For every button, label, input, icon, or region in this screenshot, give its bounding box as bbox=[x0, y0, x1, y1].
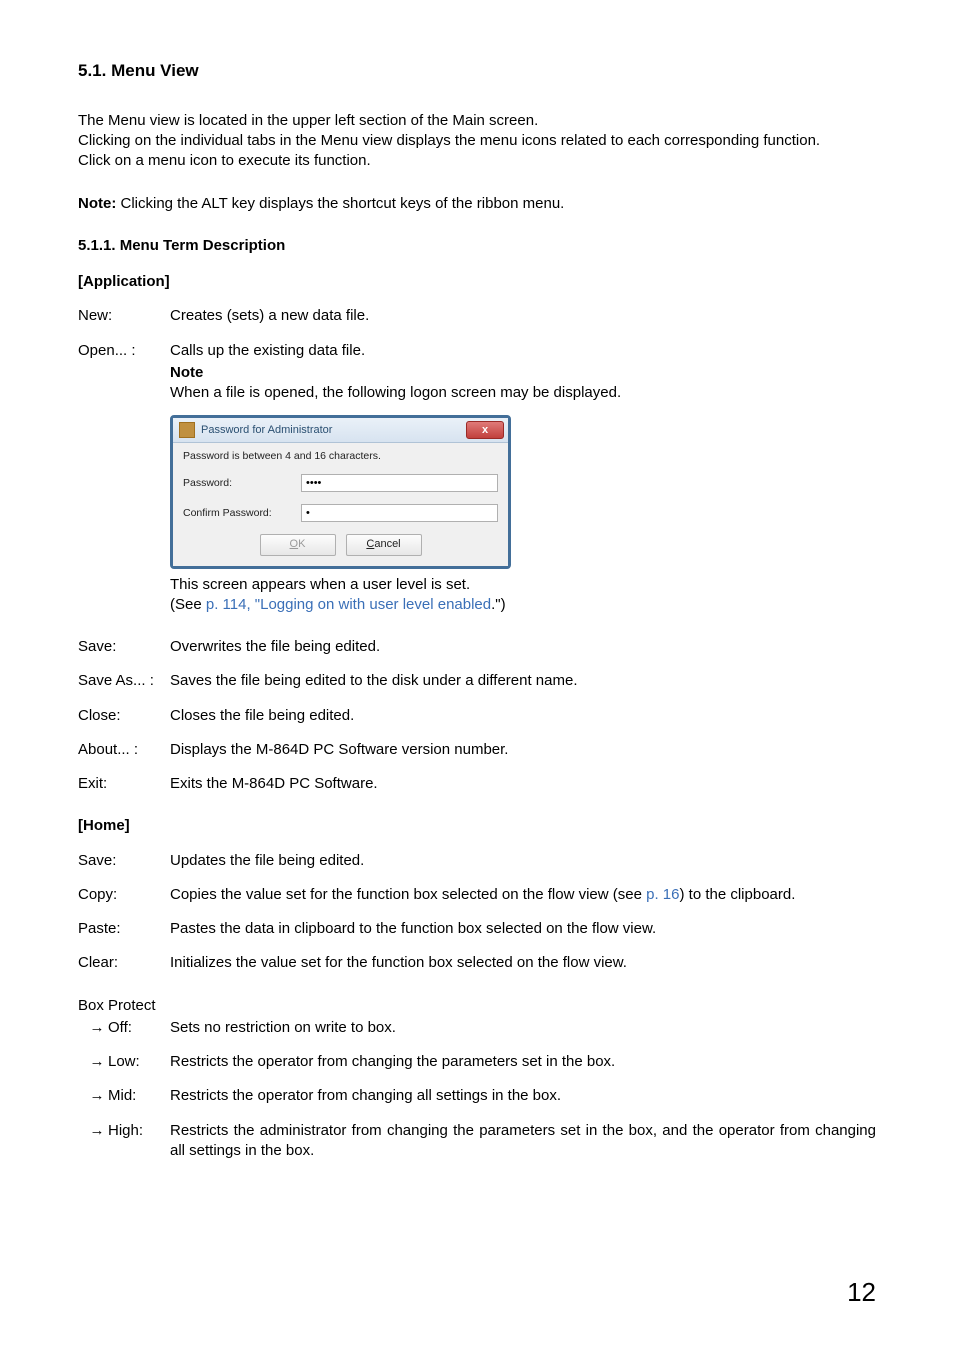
term-label: About... : bbox=[78, 740, 170, 760]
copy-link[interactable]: p. 16 bbox=[646, 886, 679, 903]
term-desc: Initializes the value set for the functi… bbox=[170, 953, 876, 973]
bp-off-label: Off: bbox=[108, 1018, 170, 1038]
term-new: New: Creates (sets) a new data file. bbox=[78, 306, 876, 326]
cancel-rest: ancel bbox=[374, 538, 400, 550]
bp-high-label: High: bbox=[108, 1121, 170, 1141]
term-saveas: Save As... : Saves the file being edited… bbox=[78, 671, 876, 691]
see-prefix: (See bbox=[170, 596, 206, 613]
after-dialog-line2: (See p. 114, "Logging on with user level… bbox=[170, 595, 876, 615]
open-desc-text: Calls up the existing data file. bbox=[170, 342, 365, 359]
term-label: Exit: bbox=[78, 774, 170, 794]
box-protect-mid: → Mid: Restricts the operator from chang… bbox=[78, 1086, 876, 1106]
term-open: Open... : Calls up the existing data fil… bbox=[78, 341, 876, 637]
page-number: 12 bbox=[847, 1275, 876, 1310]
term-paste: Paste: Pastes the data in clipboard to t… bbox=[78, 919, 876, 939]
password-label: Password: bbox=[183, 476, 301, 490]
intro-line-2: Clicking on the individual tabs in the M… bbox=[78, 132, 820, 149]
term-desc: Displays the M-864D PC Software version … bbox=[170, 740, 876, 760]
term-desc: Updates the file being edited. bbox=[170, 851, 876, 871]
box-protect-off: → Off: Sets no restriction on write to b… bbox=[78, 1018, 876, 1038]
term-desc: Pastes the data in clipboard to the func… bbox=[170, 919, 876, 939]
dialog-titlebar: Password for Administrator x bbox=[173, 418, 508, 443]
term-desc: Creates (sets) a new data file. bbox=[170, 306, 876, 326]
term-desc: Copies the value set for the function bo… bbox=[170, 885, 876, 905]
close-icon[interactable]: x bbox=[466, 421, 504, 439]
user-level-link[interactable]: p. 114, "Logging on with user level enab… bbox=[206, 596, 491, 613]
password-dialog: Password for Administrator x Password is… bbox=[170, 415, 511, 568]
term-label: Paste: bbox=[78, 919, 170, 939]
dialog-hint: Password is between 4 and 16 characters. bbox=[183, 449, 498, 463]
arrow-right-icon: → bbox=[78, 1121, 108, 1141]
note-text: Clicking the ALT key displays the shortc… bbox=[116, 195, 564, 212]
dialog-button-row: OK Cancel bbox=[183, 534, 498, 556]
section-heading: 5.1. Menu View bbox=[78, 60, 876, 83]
application-group-heading: [Application] bbox=[78, 272, 876, 292]
intro-line-1: The Menu view is located in the upper le… bbox=[78, 112, 538, 129]
term-desc: Restricts the administrator from changin… bbox=[170, 1121, 876, 1162]
term-desc: Sets no restriction on write to box. bbox=[170, 1018, 876, 1038]
term-copy: Copy: Copies the value set for the funct… bbox=[78, 885, 876, 905]
term-label: Save: bbox=[78, 637, 170, 657]
term-desc: Closes the file being edited. bbox=[170, 706, 876, 726]
arrow-right-icon: → bbox=[78, 1086, 108, 1106]
term-label: Copy: bbox=[78, 885, 170, 905]
dialog-body: Password is between 4 and 16 characters.… bbox=[173, 443, 508, 565]
term-close: Close: Closes the file being edited. bbox=[78, 706, 876, 726]
password-dialog-image: Password for Administrator x Password is… bbox=[170, 415, 876, 568]
arrow-right-icon: → bbox=[78, 1018, 108, 1038]
term-label: Open... : bbox=[78, 341, 170, 361]
term-label: Clear: bbox=[78, 953, 170, 973]
intro-paragraph: The Menu view is located in the upper le… bbox=[78, 111, 876, 172]
term-about: About... : Displays the M-864D PC Softwa… bbox=[78, 740, 876, 760]
open-note-label: Note bbox=[170, 364, 203, 381]
term-label: Save As... : bbox=[78, 671, 170, 691]
term-desc: Restricts the operator from changing all… bbox=[170, 1086, 876, 1106]
confirm-password-field-row: Confirm Password: bbox=[183, 504, 498, 522]
intro-line-3: Click on a menu icon to execute its func… bbox=[78, 152, 371, 169]
box-protect-high: → High: Restricts the administrator from… bbox=[78, 1121, 876, 1162]
term-exit: Exit: Exits the M-864D PC Software. bbox=[78, 774, 876, 794]
close-glyph: x bbox=[482, 425, 488, 436]
term-clear: Clear: Initializes the value set for the… bbox=[78, 953, 876, 973]
bp-low-label: Low: bbox=[108, 1052, 170, 1072]
ok-button[interactable]: OK bbox=[260, 534, 336, 556]
term-label: → Off: bbox=[78, 1018, 170, 1038]
term-desc: Calls up the existing data file. Note Wh… bbox=[170, 341, 876, 637]
term-desc: Exits the M-864D PC Software. bbox=[170, 774, 876, 794]
dialog-app-icon bbox=[179, 422, 195, 438]
term-label: → Mid: bbox=[78, 1086, 170, 1106]
copy-pre: Copies the value set for the function bo… bbox=[170, 886, 646, 903]
term-label: → Low: bbox=[78, 1052, 170, 1072]
password-field-row: Password: bbox=[183, 474, 498, 492]
term-desc: Overwrites the file being edited. bbox=[170, 637, 876, 657]
term-label: Close: bbox=[78, 706, 170, 726]
password-input[interactable] bbox=[301, 474, 498, 492]
term-label: Save: bbox=[78, 851, 170, 871]
box-protect-title: Box Protect bbox=[78, 996, 876, 1016]
term-desc: Saves the file being edited to the disk … bbox=[170, 671, 876, 691]
cancel-button[interactable]: Cancel bbox=[346, 534, 422, 556]
bp-mid-label: Mid: bbox=[108, 1086, 170, 1106]
term-label: New: bbox=[78, 306, 170, 326]
after-dialog-line1: This screen appears when a user level is… bbox=[170, 575, 876, 595]
dialog-title-text: Password for Administrator bbox=[201, 423, 466, 438]
ok-rest: K bbox=[298, 538, 305, 550]
confirm-password-label: Confirm Password: bbox=[183, 506, 301, 520]
document-page: 5.1. Menu View The Menu view is located … bbox=[0, 0, 954, 1350]
subsection-heading: 5.1.1. Menu Term Description bbox=[78, 236, 876, 256]
box-protect-low: → Low: Restricts the operator from chang… bbox=[78, 1052, 876, 1072]
arrow-right-icon: → bbox=[78, 1052, 108, 1072]
home-group-heading: [Home] bbox=[78, 816, 876, 836]
term-label: → High: bbox=[78, 1121, 170, 1162]
term-home-save: Save: Updates the file being edited. bbox=[78, 851, 876, 871]
term-desc: Restricts the operator from changing the… bbox=[170, 1052, 876, 1072]
ok-underline: O bbox=[290, 538, 299, 550]
note-label: Note: bbox=[78, 195, 116, 212]
confirm-password-input[interactable] bbox=[301, 504, 498, 522]
note-paragraph: Note: Clicking the ALT key displays the … bbox=[78, 194, 876, 214]
term-save: Save: Overwrites the file being edited. bbox=[78, 637, 876, 657]
copy-post: ) to the clipboard. bbox=[679, 886, 795, 903]
see-suffix: .") bbox=[491, 596, 506, 613]
open-note-text: When a file is opened, the following log… bbox=[170, 383, 876, 403]
